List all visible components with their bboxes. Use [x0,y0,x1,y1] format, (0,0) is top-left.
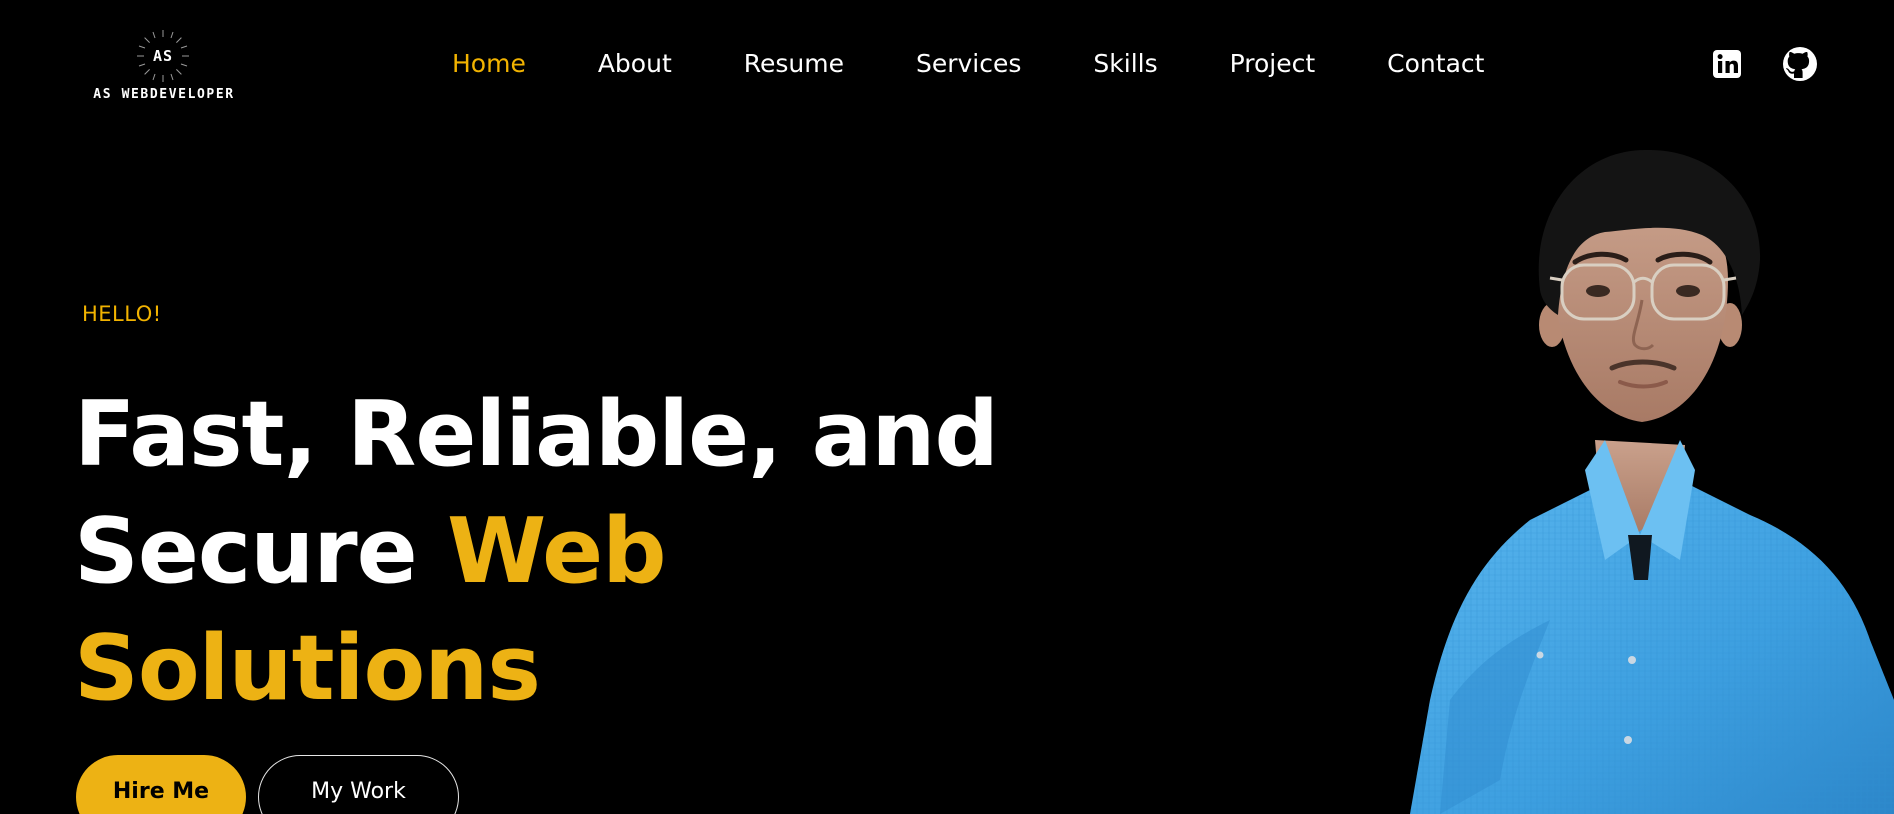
page: AS AS WEBDEVELOPER Home About Resume Ser… [0,0,1894,814]
github-icon[interactable] [1780,44,1820,84]
profile-portrait [1390,140,1894,814]
nav-project[interactable]: Project [1230,46,1316,82]
logo-burst-icon: AS [135,28,191,84]
logo-initials: AS [153,47,173,65]
headline-line-2: Secure Web [74,493,998,610]
hero-headline: Fast, Reliable, and Secure Web Solutions [74,376,999,727]
headline-line-3: Solutions [74,616,541,721]
main-nav: Home About Resume Services Skills Projec… [452,46,1484,82]
headline-secure: Secure [74,499,448,604]
nav-about[interactable]: About [598,46,672,82]
headline-web: Web [447,499,667,604]
nav-skills[interactable]: Skills [1093,46,1157,82]
nav-home[interactable]: Home [452,46,526,82]
headline-line-1: Fast, Reliable, and [74,382,999,487]
brand-logo[interactable]: AS AS WEBDEVELOPER [78,28,250,104]
nav-services[interactable]: Services [916,46,1021,82]
my-work-button[interactable]: My Work [258,755,459,814]
nav-resume[interactable]: Resume [744,46,844,82]
nav-contact[interactable]: Contact [1387,46,1484,82]
logo-text: AS WEBDEVELOPER [93,87,235,102]
hero-greeting: HELLO! [82,302,162,326]
hire-me-button[interactable]: Hire Me [76,755,246,814]
linkedin-icon[interactable] [1707,44,1747,84]
